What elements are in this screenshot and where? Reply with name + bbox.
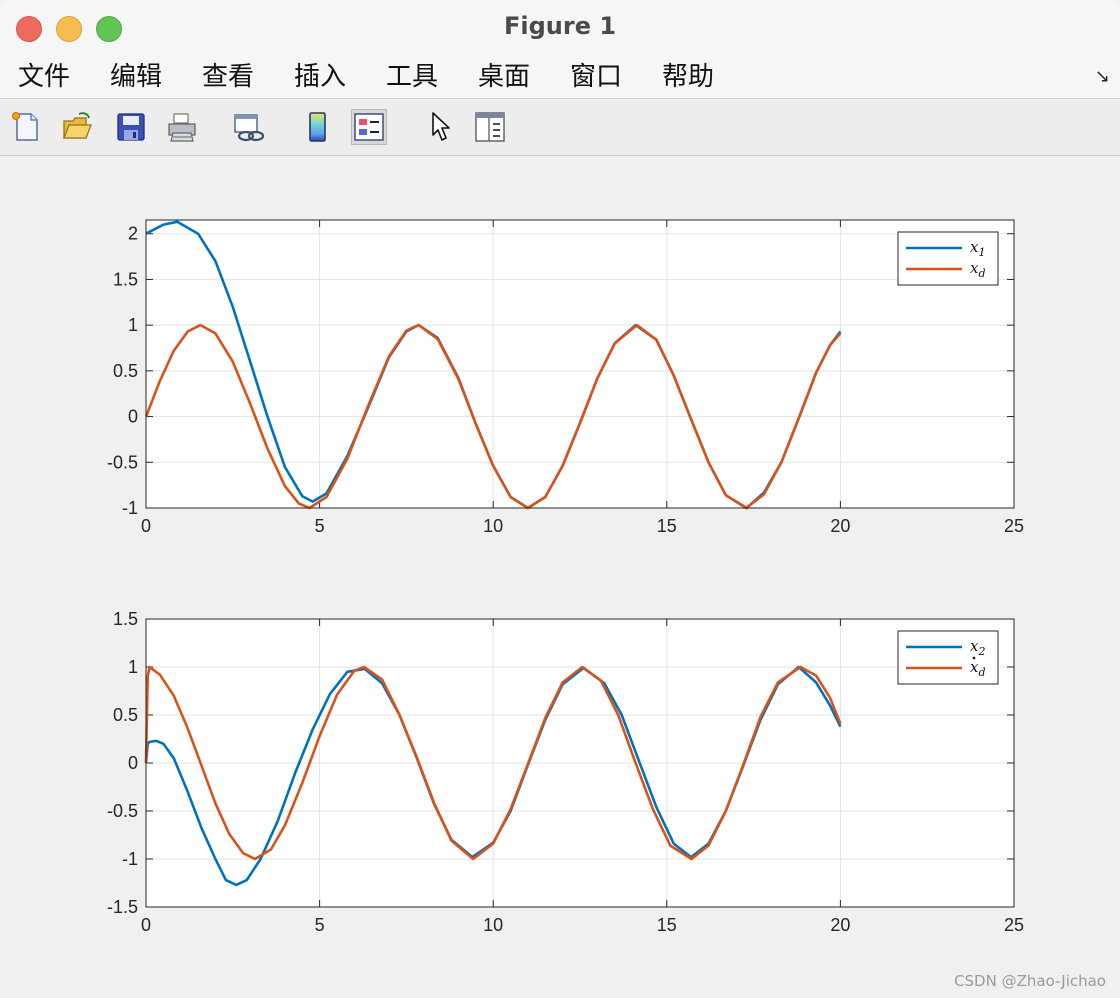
menu-window[interactable]: 窗口	[570, 60, 622, 94]
title-bar: Figure 1	[0, 0, 1120, 57]
axes-2[interactable]: 0 5 10 15 20 25 -1.5 -1 -0.5 0 0.5 1 1.5 x2xd	[107, 609, 1024, 935]
figure-toolbar	[0, 99, 1120, 156]
x-tick-label: 5	[315, 516, 325, 536]
legend-box[interactable]: x2xd	[897, 630, 999, 685]
menu-insert[interactable]: 插入	[294, 60, 346, 94]
y-tick-label: 0	[128, 407, 138, 427]
dock-arrow-icon[interactable]: ↘	[1095, 66, 1110, 87]
x-tick-label: 15	[657, 516, 677, 536]
y-tick-label: -1	[122, 849, 138, 869]
x-tick-label: 5	[315, 915, 325, 935]
x-tick-label: 20	[830, 516, 850, 536]
x-tick-label: 20	[830, 915, 850, 935]
window-title: Figure 1	[503, 12, 617, 40]
y-tick-label: 1	[128, 315, 138, 335]
x-tick-label: 10	[483, 915, 503, 935]
legend-derivative-dot	[972, 656, 976, 660]
y-tick-label: -1	[122, 498, 138, 518]
menu-edit[interactable]: 编辑	[110, 60, 162, 94]
y-tick-label: 2	[128, 224, 138, 244]
save-icon[interactable]	[113, 109, 149, 145]
y-tick-label: 0	[128, 753, 138, 773]
menu-file[interactable]: 文件	[18, 60, 70, 94]
x-tick-label: 10	[483, 516, 503, 536]
y-tick-label: 1.5	[113, 269, 138, 289]
plot-canvas[interactable]: 0 5 10 15 20 25-1-0.500.511.52x1xd0 5 10 15 20 25-…	[0, 156, 1120, 998]
x-tick-label: 0	[141, 516, 151, 536]
pointer-icon[interactable]	[422, 109, 458, 145]
menu-desktop[interactable]: 桌面	[478, 60, 530, 94]
y-tick-label: -0.5	[107, 452, 138, 472]
y-tick-label: 1.5	[113, 609, 138, 629]
y-tick-label: -1.5	[107, 897, 138, 917]
new-figure-icon[interactable]	[8, 109, 44, 145]
axes-1[interactable]: 0 5 10 15 20 25 -1 -0.5 0 0.5 1 1.5 2 x1xd	[107, 219, 1024, 536]
figure-canvas[interactable]: 0 5 10 15 20 25 -1 -0.5 0 0.5 1 1.5 2 x1 xd 0 5 10 15 20 25-…	[0, 156, 1120, 998]
legend-box[interactable]: x1xd	[897, 231, 999, 286]
menu-view[interactable]: 查看	[202, 60, 254, 94]
watermark-text: CSDN @Zhao-Jichao	[954, 972, 1106, 990]
menu-bar: 文件 编辑 查看 插入 工具 桌面 窗口 帮助 ↘	[0, 56, 1120, 99]
open-file-icon[interactable]	[59, 109, 95, 145]
menu-tools[interactable]: 工具	[386, 60, 438, 94]
y-tick-label: 0.5	[113, 705, 138, 725]
x-tick-label: 25	[1004, 516, 1024, 536]
link-plot-icon[interactable]	[231, 109, 267, 145]
y-tick-label: 1	[128, 657, 138, 677]
print-icon[interactable]	[164, 109, 200, 145]
menu-help[interactable]: 帮助	[662, 60, 714, 94]
legend-icon[interactable]	[351, 109, 387, 145]
x-tick-label: 15	[657, 915, 677, 935]
y-tick-label: -0.5	[107, 801, 138, 821]
x-tick-label: 0	[141, 915, 151, 935]
colorbar-icon[interactable]	[300, 109, 336, 145]
property-editor-icon[interactable]	[472, 109, 508, 145]
y-tick-label: 0.5	[113, 361, 138, 381]
x-tick-label: 25	[1004, 915, 1024, 935]
figure-window: Figure 1 文件 编辑 查看 插入 工具 桌面 窗口 帮助 ↘ 0 5 1…	[0, 0, 1120, 998]
